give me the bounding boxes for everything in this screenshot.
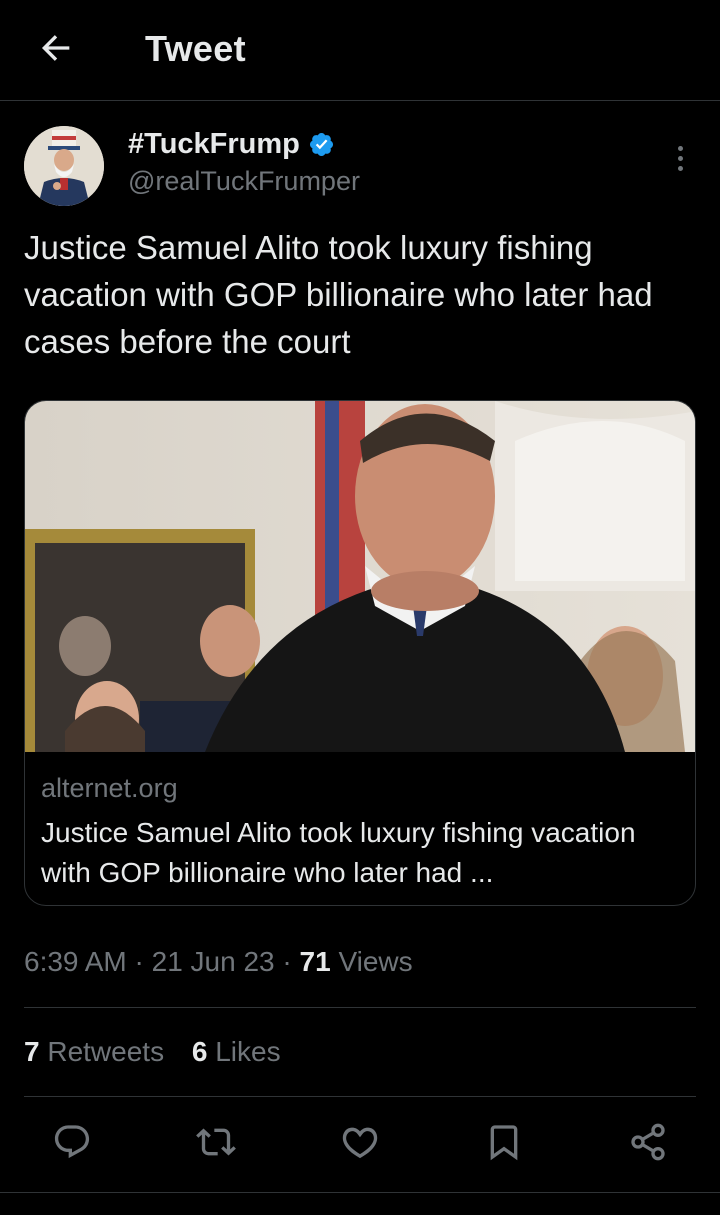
views-label: Views xyxy=(330,946,413,977)
reply-button[interactable] xyxy=(48,1118,96,1166)
card-title[interactable]: Justice Samuel Alito took luxury fishing… xyxy=(41,813,681,893)
likes-stat[interactable]: 6 Likes xyxy=(192,1036,281,1067)
verified-badge-icon xyxy=(309,132,333,157)
share-button[interactable] xyxy=(624,1118,672,1166)
page-title: Tweet xyxy=(145,28,246,69)
card-image[interactable] xyxy=(25,401,696,752)
reply-icon xyxy=(54,1125,90,1159)
like-button[interactable] xyxy=(336,1118,384,1166)
divider xyxy=(0,1192,720,1193)
tweet-date[interactable]: 21 Jun 23 xyxy=(152,946,275,977)
display-name[interactable]: #TuckFrump xyxy=(128,128,300,161)
tweet-time[interactable]: 6:39 AM xyxy=(24,946,127,977)
author-name[interactable]: #TuckFrump xyxy=(128,128,335,161)
avatar[interactable] xyxy=(24,126,104,206)
more-dot-icon xyxy=(677,145,683,151)
retweet-button[interactable] xyxy=(192,1118,240,1166)
tweet-metadata: 6:39 AM · 21 Jun 23 · 71 Views xyxy=(24,946,413,978)
views-count: 71 xyxy=(299,946,331,977)
retweets-label: Retweets xyxy=(39,1036,165,1067)
top-bar: Tweet xyxy=(0,0,720,101)
more-dot-icon xyxy=(677,165,683,171)
share-icon xyxy=(631,1123,665,1161)
card-domain: alternet.org xyxy=(41,773,178,803)
back-button[interactable] xyxy=(34,26,78,70)
divider xyxy=(24,1096,696,1097)
more-dot-icon xyxy=(677,155,683,161)
like-icon xyxy=(342,1127,378,1159)
link-card[interactable]: alternet.org Justice Samuel Alito took l… xyxy=(24,400,696,906)
bookmark-button[interactable] xyxy=(480,1118,528,1166)
retweets-count: 7 xyxy=(24,1036,40,1067)
divider xyxy=(24,1007,696,1008)
arrow-left-icon xyxy=(41,35,70,61)
bookmark-icon xyxy=(490,1125,518,1161)
meta-separator: · xyxy=(126,946,152,977)
author-handle[interactable]: @realTuckFrumper xyxy=(128,166,360,197)
engagement-stats: 7 Retweets 6 Likes xyxy=(24,1036,301,1068)
retweets-stat[interactable]: 7 Retweets xyxy=(24,1036,164,1067)
more-options-button[interactable] xyxy=(664,140,696,176)
likes-count: 6 xyxy=(191,1036,208,1067)
meta-separator: · xyxy=(274,946,300,977)
retweet-icon xyxy=(196,1128,236,1156)
action-bar xyxy=(0,1110,720,1180)
tweet-text: Justice Samuel Alito took luxury fishing… xyxy=(24,229,653,360)
likes-label: Likes xyxy=(207,1036,281,1067)
